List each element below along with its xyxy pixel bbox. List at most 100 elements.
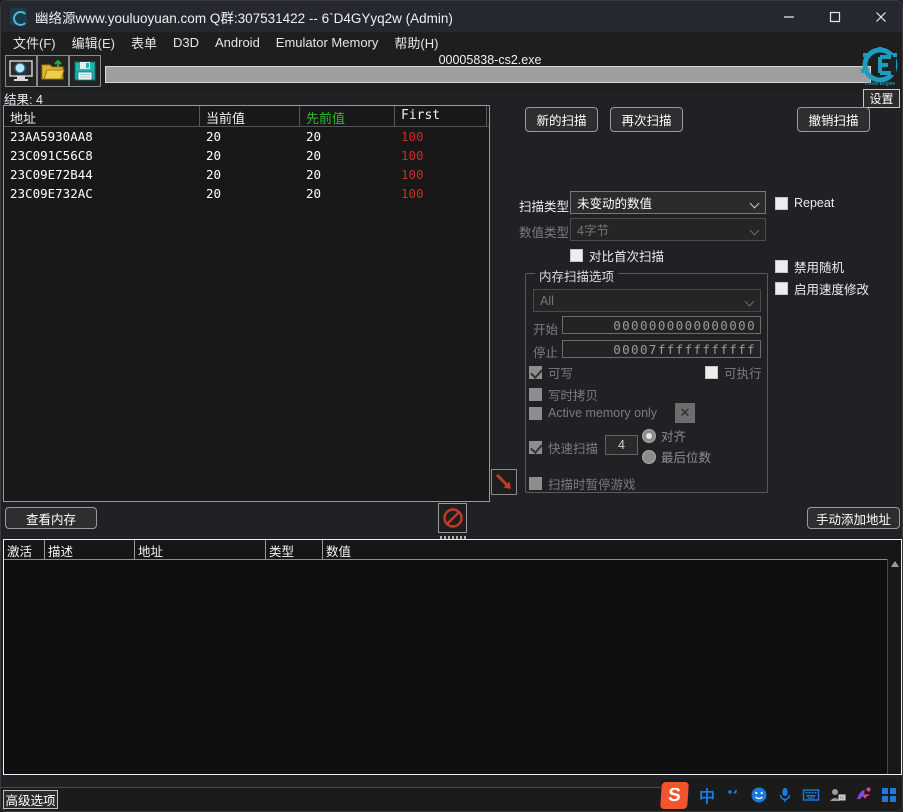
user-card-icon: IS: [830, 789, 846, 801]
repeat-label: Repeat: [794, 196, 835, 210]
menu-emulator-memory[interactable]: Emulator Memory: [268, 33, 387, 52]
open-process-button[interactable]: [5, 55, 37, 87]
compare-first-scan-label: 对比首次扫描: [589, 250, 665, 264]
copy-on-write-checkbox[interactable]: 写时拷贝: [529, 385, 598, 404]
result-address: 23AA5930AA8: [10, 129, 93, 144]
stop-address-field[interactable]: 00007fffffffffff: [562, 340, 761, 358]
fast-scan-checkbox[interactable]: 快速扫描: [529, 438, 598, 457]
fast-scan-box: [529, 441, 542, 454]
pause-game-label: 扫描时暂停游戏: [548, 478, 636, 492]
menu-d3d[interactable]: D3D: [165, 33, 207, 52]
window-title: 幽络源www.youluoyuan.com Q群:307531422 -- 6`…: [35, 10, 453, 26]
column-header-description[interactable]: 描述: [45, 540, 135, 559]
ime-toolbar: S 中 IS: [660, 779, 902, 811]
address-list-table[interactable]: 激活 描述 地址 类型 数值: [3, 539, 902, 775]
menu-file[interactable]: 文件(F): [5, 31, 64, 54]
alignment-radio-dot: [642, 428, 656, 443]
menu-android[interactable]: Android: [207, 33, 268, 52]
disable-random-checkbox[interactable]: 禁用随机: [775, 257, 844, 276]
results-header-row: 地址 当前值 先前值 First: [4, 106, 489, 127]
pause-game-checkbox[interactable]: 扫描时暂停游戏: [529, 474, 636, 493]
enable-speedhack-checkbox[interactable]: 启用速度修改: [775, 279, 869, 298]
executable-checkbox-box: [705, 366, 718, 379]
next-scan-button[interactable]: 再次扫描: [610, 107, 683, 132]
alignment-radio[interactable]: 对齐: [642, 426, 686, 445]
result-row[interactable]: 23C09E732AC 20 20 100: [4, 184, 489, 203]
ime-mode-button[interactable]: 中: [694, 780, 720, 810]
active-memory-only-box: [529, 406, 542, 420]
start-address-field[interactable]: 0000000000000000: [562, 316, 761, 334]
alignment-label: 对齐: [661, 430, 687, 444]
column-header-address[interactable]: 地址: [4, 106, 200, 126]
settings-button[interactable]: 设置: [863, 89, 900, 108]
svg-text:Cheat Engine: Cheat Engine: [865, 81, 896, 87]
chevron-down-icon: [749, 225, 760, 236]
scan-results-table[interactable]: 地址 当前值 先前值 First 23AA5930AA8 20 20 100 23C09…: [3, 105, 490, 502]
red-arrow-down-right-icon: [495, 473, 511, 489]
new-scan-button[interactable]: 新的扫描: [525, 107, 598, 132]
cheat-engine-logo-icon: Cheat Engine: [861, 47, 898, 87]
expand-scan-panel-button[interactable]: [491, 469, 517, 495]
save-button[interactable]: [69, 55, 101, 87]
column-header-previous[interactable]: 先前值: [300, 106, 395, 126]
ime-keyboard-button[interactable]: [798, 780, 824, 810]
ime-account-button[interactable]: IS: [824, 780, 850, 810]
results-body: 23AA5930AA8 20 20 100 23C091C56C8 20 20 100 23C0…: [4, 127, 489, 203]
fast-scan-value-field[interactable]: 4: [605, 435, 638, 455]
minimize-button[interactable]: [766, 1, 812, 32]
open-file-button[interactable]: [37, 55, 69, 87]
clear-memory-filter-button[interactable]: ✕: [675, 403, 695, 423]
result-row[interactable]: 23AA5930AA8 20 20 100: [4, 127, 489, 146]
column-header-active[interactable]: 激活: [4, 540, 45, 559]
column-header-value[interactable]: 数值: [323, 540, 883, 559]
ime-mode-label: 中: [698, 789, 715, 806]
result-row[interactable]: 23C09E72B44 20 20 100: [4, 165, 489, 184]
address-list-scrollbar[interactable]: [887, 559, 901, 774]
result-first: 100: [401, 167, 424, 182]
last-digits-radio[interactable]: 最后位数: [642, 447, 711, 466]
ime-apps-button[interactable]: [876, 780, 902, 810]
maximize-button[interactable]: [812, 1, 858, 32]
column-header-type[interactable]: 类型: [266, 540, 323, 559]
disable-random-box: [775, 260, 788, 273]
advanced-options-button[interactable]: 高级选项: [3, 790, 58, 809]
ime-emoji-button[interactable]: [746, 780, 772, 810]
menu-help[interactable]: 帮助(H): [386, 31, 446, 54]
executable-checkbox[interactable]: 可执行: [705, 363, 762, 382]
sogou-logo-icon[interactable]: S: [660, 781, 689, 809]
column-header-first[interactable]: First: [395, 106, 487, 126]
no-entry-icon: [442, 508, 463, 528]
scroll-up-arrow-icon[interactable]: [891, 561, 899, 567]
add-address-manually-button[interactable]: 手动添加地址: [807, 507, 900, 529]
compare-first-scan-box: [570, 249, 583, 262]
result-first: 100: [401, 186, 424, 201]
column-header-address[interactable]: 地址: [135, 540, 266, 559]
memory-region-value: All: [540, 293, 554, 308]
undo-scan-button[interactable]: 撤销扫描: [797, 107, 870, 132]
chevron-down-icon: [749, 198, 760, 209]
apps-grid-icon: [882, 788, 896, 802]
menu-table[interactable]: 表单: [123, 31, 165, 54]
ime-tools-button[interactable]: [850, 780, 876, 810]
active-memory-only-checkbox[interactable]: Active memory only: [529, 406, 657, 420]
folder-open-icon: [41, 60, 65, 80]
close-button[interactable]: [858, 1, 902, 32]
repeat-checkbox-box: [775, 196, 788, 210]
result-row[interactable]: 23C091C56C8 20 20 100: [4, 146, 489, 165]
scan-type-combo[interactable]: 未变动的数值: [570, 191, 766, 214]
memory-region-combo[interactable]: All: [533, 289, 761, 312]
ime-punctuation-button[interactable]: [720, 780, 746, 810]
writable-checkbox[interactable]: 可写: [529, 363, 573, 382]
disable-selected-button[interactable]: [438, 503, 467, 533]
compare-first-scan-checkbox[interactable]: 对比首次扫描: [570, 246, 664, 265]
repeat-checkbox[interactable]: Repeat: [775, 196, 834, 210]
value-type-combo[interactable]: 4字节: [570, 218, 766, 241]
menu-bar: 文件(F) 编辑(E) 表单 D3D Android Emulator Memo…: [1, 31, 902, 54]
result-previous: 20: [306, 167, 322, 182]
menu-edit[interactable]: 编辑(E): [64, 31, 123, 54]
column-header-current[interactable]: 当前值: [200, 106, 300, 126]
ime-voice-button[interactable]: [772, 780, 798, 810]
address-list-body[interactable]: [4, 559, 901, 774]
browse-memory-button[interactable]: 查看内存: [5, 507, 97, 529]
result-address: 23C09E72B44: [10, 167, 93, 182]
